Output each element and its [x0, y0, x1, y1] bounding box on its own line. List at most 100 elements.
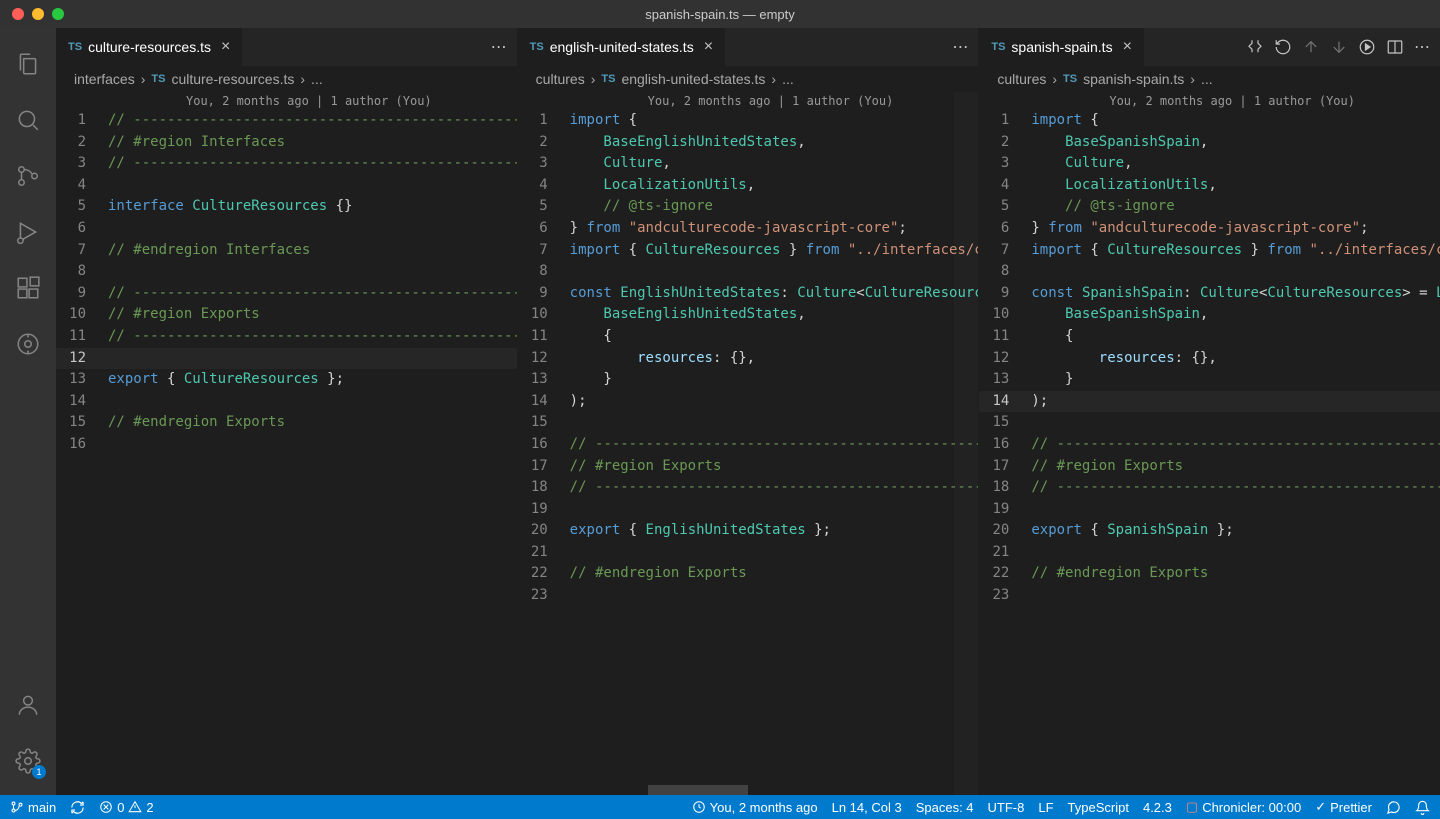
source-control-icon[interactable]	[0, 148, 56, 204]
breadcrumb-file[interactable]: spanish-spain.ts	[1083, 71, 1184, 87]
breadcrumbs-2[interactable]: cultures › TS english-united-states.ts ›…	[518, 66, 979, 92]
code-line[interactable]: 13 }	[518, 369, 979, 391]
breadcrumb-folder[interactable]: interfaces	[74, 71, 135, 87]
code-line[interactable]: 3 Culture,	[979, 153, 1440, 175]
code-line[interactable]: 10 BaseSpanishSpain,	[979, 304, 1440, 326]
code-line[interactable]: 1import {	[979, 110, 1440, 132]
code-line[interactable]: 17// #region Exports	[518, 456, 979, 478]
status-cursor-position[interactable]: Ln 14, Col 3	[832, 800, 902, 815]
more-actions-icon[interactable]: ⋯	[1414, 37, 1430, 57]
tab-spanish-spain[interactable]: TS spanish-spain.ts ×	[979, 28, 1145, 66]
code-line[interactable]: 6	[56, 218, 517, 240]
breadcrumb-folder[interactable]: cultures	[997, 71, 1046, 87]
breadcrumbs-3[interactable]: cultures › TS spanish-spain.ts › ...	[979, 66, 1440, 92]
close-window-button[interactable]	[12, 8, 24, 20]
breadcrumb-dots[interactable]: ...	[311, 71, 323, 87]
status-ts-version[interactable]: 4.2.3	[1143, 800, 1172, 815]
status-eol[interactable]: LF	[1038, 800, 1053, 815]
code-line[interactable]: 4 LocalizationUtils,	[518, 175, 979, 197]
code-line[interactable]: 9const SpanishSpain: Culture<CultureReso…	[979, 283, 1440, 305]
settings-gear-icon[interactable]: 1	[0, 733, 56, 789]
code-line[interactable]: 12 resources: {},	[518, 348, 979, 370]
minimize-window-button[interactable]	[32, 8, 44, 20]
code-line[interactable]: 18// -----------------------------------…	[979, 477, 1440, 499]
status-language[interactable]: TypeScript	[1068, 800, 1129, 815]
breadcrumb-folder[interactable]: cultures	[536, 71, 585, 87]
status-problems[interactable]: 0 2	[99, 800, 153, 815]
codelens-blame[interactable]: You, 2 months ago | 1 author (You)	[518, 92, 979, 110]
code-line[interactable]: 7import { CultureResources } from "../in…	[518, 240, 979, 262]
status-feedback-icon[interactable]	[1386, 800, 1401, 815]
code-line[interactable]: 15// #endregion Exports	[56, 412, 517, 434]
breadcrumb-file[interactable]: culture-resources.ts	[171, 71, 294, 87]
code-line[interactable]: 1// ------------------------------------…	[56, 110, 517, 132]
revert-icon[interactable]	[1274, 38, 1292, 56]
code-line[interactable]: 2// #region Interfaces	[56, 132, 517, 154]
close-tab-icon[interactable]: ×	[1123, 38, 1132, 56]
status-blame[interactable]: You, 2 months ago	[692, 800, 818, 815]
editor-body-3[interactable]: You, 2 months ago | 1 author (You) 1impo…	[979, 92, 1440, 795]
code-line[interactable]: 4 LocalizationUtils,	[979, 175, 1440, 197]
editor-body-2[interactable]: You, 2 months ago | 1 author (You) 1impo…	[518, 92, 979, 795]
code-line[interactable]: 11// -----------------------------------…	[56, 326, 517, 348]
code-line[interactable]: 9const EnglishUnitedStates: Culture<Cult…	[518, 283, 979, 305]
code-line[interactable]: 14);	[518, 391, 979, 413]
status-notifications-icon[interactable]	[1415, 800, 1430, 815]
code-line[interactable]: 21	[979, 542, 1440, 564]
status-chronicler[interactable]: ▢ Chronicler: 00:00	[1186, 799, 1301, 815]
codelens-blame[interactable]: You, 2 months ago | 1 author (You)	[979, 92, 1440, 110]
code-line[interactable]: 17// #region Exports	[979, 456, 1440, 478]
run-debug-icon[interactable]	[0, 204, 56, 260]
code-line[interactable]: 9// ------------------------------------…	[56, 283, 517, 305]
code-line[interactable]: 7import { CultureResources } from "../in…	[979, 240, 1440, 262]
code-line[interactable]: 2 BaseEnglishUnitedStates,	[518, 132, 979, 154]
code-line[interactable]: 11 {	[979, 326, 1440, 348]
code-line[interactable]: 16	[56, 434, 517, 456]
code-line[interactable]: 8	[518, 261, 979, 283]
breadcrumbs-1[interactable]: interfaces › TS culture-resources.ts › .…	[56, 66, 517, 92]
code-line[interactable]: 10 BaseEnglishUnitedStates,	[518, 304, 979, 326]
code-line[interactable]: 6} from "andculturecode-javascript-core"…	[979, 218, 1440, 240]
status-indentation[interactable]: Spaces: 4	[916, 800, 974, 815]
code-line[interactable]: 19	[979, 499, 1440, 521]
code-line[interactable]: 5interface CultureResources {}	[56, 196, 517, 218]
code-line[interactable]: 16// -----------------------------------…	[979, 434, 1440, 456]
code-line[interactable]: 15	[979, 412, 1440, 434]
code-line[interactable]: 18// -----------------------------------…	[518, 477, 979, 499]
code-line[interactable]: 11 {	[518, 326, 979, 348]
code-line[interactable]: 10// #region Exports	[56, 304, 517, 326]
more-actions-icon[interactable]: ⋯	[491, 37, 507, 57]
status-sync[interactable]	[70, 800, 85, 815]
code-line[interactable]: 5 // @ts-ignore	[518, 196, 979, 218]
previous-change-icon[interactable]	[1302, 38, 1320, 56]
horizontal-scrollbar-thumb[interactable]	[648, 785, 748, 795]
code-line[interactable]: 14);	[979, 391, 1440, 413]
more-actions-icon[interactable]: ⋯	[952, 37, 968, 57]
run-active-file-icon[interactable]	[1358, 38, 1376, 56]
code-line[interactable]: 23	[518, 585, 979, 607]
breadcrumb-dots[interactable]: ...	[1201, 71, 1213, 87]
code-line[interactable]: 7// #endregion Interfaces	[56, 240, 517, 262]
code-line[interactable]: 19	[518, 499, 979, 521]
tab-culture-resources[interactable]: TS culture-resources.ts ×	[56, 28, 243, 66]
search-icon[interactable]	[0, 92, 56, 148]
code-line[interactable]: 16// -----------------------------------…	[518, 434, 979, 456]
code-line[interactable]: 3 Culture,	[518, 153, 979, 175]
code-line[interactable]: 2 BaseSpanishSpain,	[979, 132, 1440, 154]
next-change-icon[interactable]	[1330, 38, 1348, 56]
code-line[interactable]: 13export { CultureResources };	[56, 369, 517, 391]
code-line[interactable]: 20export { SpanishSpain };	[979, 520, 1440, 542]
accounts-icon[interactable]	[0, 677, 56, 733]
split-editor-icon[interactable]	[1386, 38, 1404, 56]
minimap[interactable]	[954, 92, 978, 795]
code-line[interactable]: 1import {	[518, 110, 979, 132]
tab-english-united-states[interactable]: TS english-united-states.ts ×	[518, 28, 726, 66]
editor-body-1[interactable]: You, 2 months ago | 1 author (You) 1// -…	[56, 92, 517, 795]
code-line[interactable]: 15	[518, 412, 979, 434]
breadcrumb-dots[interactable]: ...	[782, 71, 794, 87]
open-changes-icon[interactable]	[1246, 38, 1264, 56]
code-line[interactable]: 13 }	[979, 369, 1440, 391]
code-line[interactable]: 22// #endregion Exports	[518, 563, 979, 585]
extensions-icon[interactable]	[0, 260, 56, 316]
code-line[interactable]: 22// #endregion Exports	[979, 563, 1440, 585]
